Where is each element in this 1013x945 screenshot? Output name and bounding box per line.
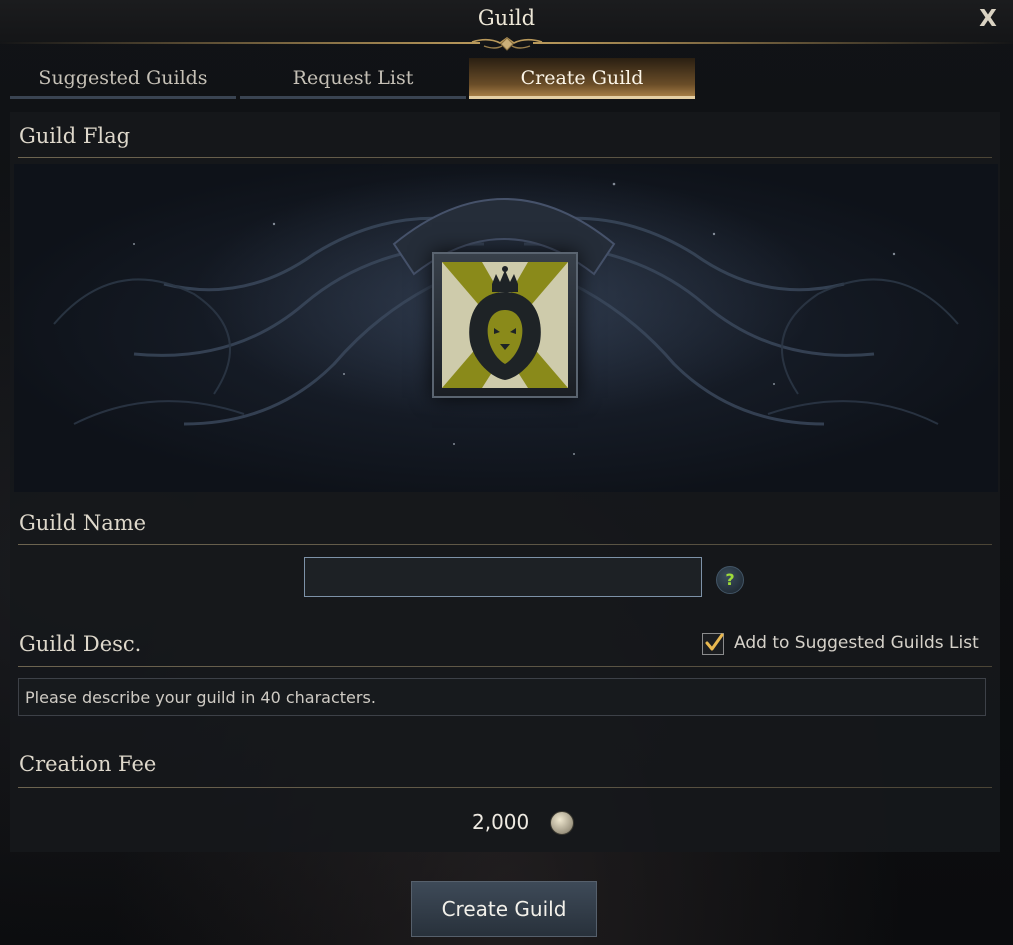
add-to-suggested-label: Add to Suggested Guilds List	[734, 633, 979, 653]
guild-flag-divider	[18, 157, 992, 158]
title-divider-left	[0, 42, 480, 44]
guild-flag-frame[interactable]	[432, 252, 578, 398]
help-icon[interactable]: ?	[716, 566, 744, 594]
window-title: Guild	[477, 6, 536, 30]
create-guild-button[interactable]: Create Guild	[411, 881, 597, 937]
creation-fee-divider	[18, 787, 992, 788]
add-to-suggested-checkbox[interactable]	[702, 633, 724, 655]
guild-name-input[interactable]	[304, 557, 702, 597]
guild-name-divider	[18, 544, 992, 545]
checkmark-icon	[705, 633, 724, 651]
guild-flag-banner	[14, 164, 998, 492]
crowned-lion-icon	[442, 262, 568, 388]
guild-desc-divider	[18, 666, 992, 667]
guild-desc-input[interactable]	[18, 678, 986, 716]
title-bar: Guild X	[0, 0, 1013, 51]
guild-name-title: Guild Name	[19, 511, 147, 535]
tab-create-guild[interactable]: Create Guild	[469, 58, 695, 99]
tab-request-list[interactable]: Request List	[240, 58, 466, 99]
close-button[interactable]: X	[977, 7, 999, 31]
title-ornament-icon	[471, 37, 543, 51]
title-divider-right	[533, 42, 1013, 44]
silver-coin-icon	[550, 811, 574, 835]
creation-fee-amount: 2,000	[472, 810, 530, 834]
tab-suggested-guilds[interactable]: Suggested Guilds	[10, 58, 236, 99]
guild-desc-title: Guild Desc.	[19, 632, 142, 656]
create-guild-panel: Guild Flag Guild Name ? Guild Desc. Add …	[10, 112, 1000, 852]
creation-fee-title: Creation Fee	[19, 752, 157, 776]
guild-flag	[442, 262, 568, 388]
guild-flag-title: Guild Flag	[19, 124, 131, 148]
guild-window: Guild X Suggested Guilds Request List Cr…	[0, 0, 1013, 945]
